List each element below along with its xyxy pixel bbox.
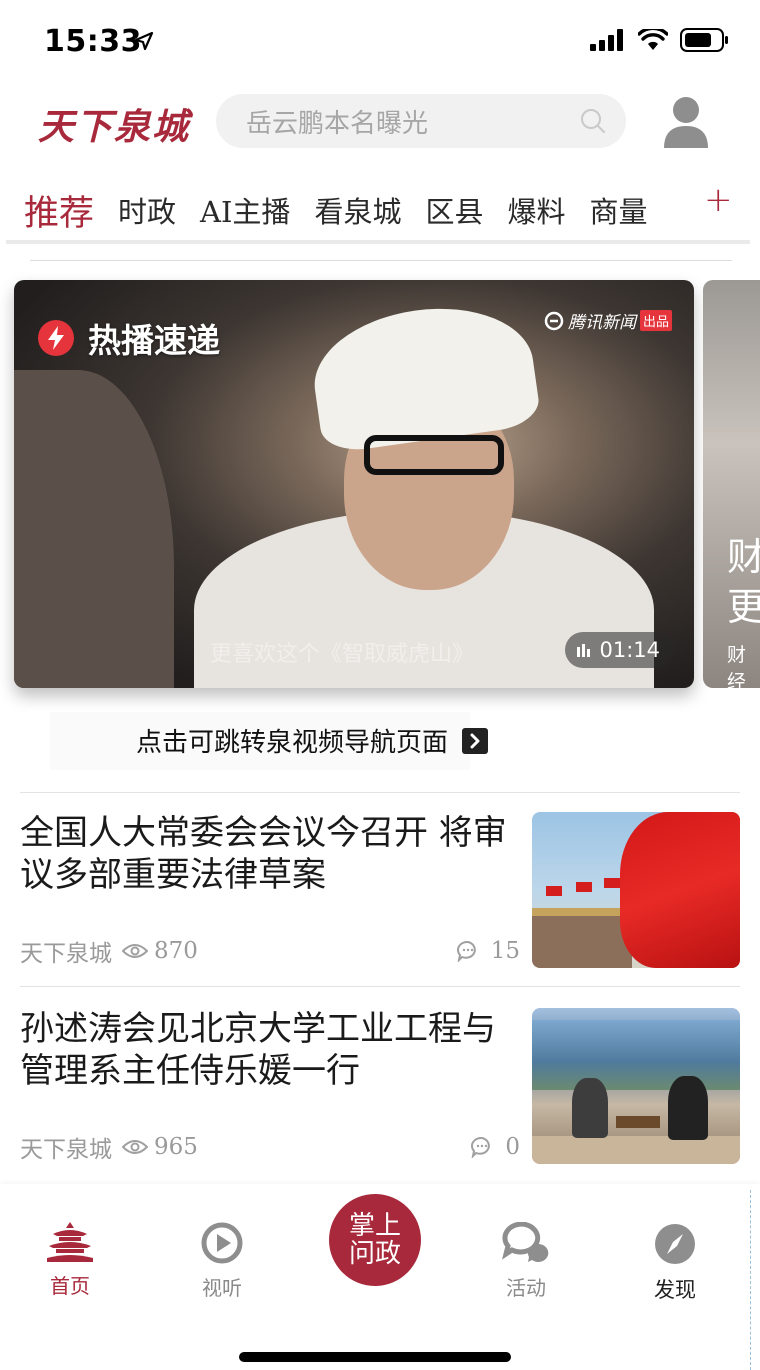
tabbar-home-label[interactable]: 首页 <box>50 1270 90 1299</box>
news-views: 965 <box>122 1134 198 1160</box>
thumbnail-detail <box>546 886 562 896</box>
news-comments[interactable]: 15 <box>456 938 520 964</box>
audio-bars-icon <box>577 644 591 657</box>
wifi-icon <box>638 29 668 50</box>
tabbar-activity[interactable]: 活动 <box>471 1222 581 1301</box>
pagoda-icon[interactable] <box>47 1222 93 1262</box>
compass-icon[interactable] <box>653 1222 697 1266</box>
news-title[interactable]: 全国人大常委会会议今召开 将审议多部重要法律草案 <box>20 812 516 896</box>
comment-icon <box>456 940 476 962</box>
eye-icon <box>122 1140 148 1154</box>
hot-badge-label: 热播速递 <box>88 321 220 360</box>
news-comments[interactable]: 0 <box>471 1134 520 1160</box>
status-indicators <box>590 28 730 52</box>
news-source: 天下泉城 <box>20 1137 112 1163</box>
video-nav-link-label[interactable]: 点击可跳转泉视频导航页面 <box>136 722 448 759</box>
comment-count: 0 <box>505 1134 520 1160</box>
video-frame-figure <box>364 435 504 475</box>
video-card-hot[interactable]: 热播速递 腾讯新闻 出品 更喜欢这个《智取威虎山》 01:14 <box>14 280 694 688</box>
tabbar-home[interactable]: 首页 <box>15 1222 125 1299</box>
user-avatar-icon[interactable] <box>662 96 710 148</box>
tab-tips[interactable]: 爆料 <box>507 189 565 231</box>
tab-recommend[interactable]: 推荐 <box>24 185 94 236</box>
next-card-title-line1: 财 <box>727 535 760 579</box>
center-action-button[interactable]: 掌上 问政 <box>329 1194 421 1286</box>
center-button-line1[interactable]: 掌上 <box>349 1212 401 1240</box>
news-meta: 天下泉城 870 15 <box>20 934 520 968</box>
video-subtitle: 更喜欢这个《智取威虎山》 <box>210 642 475 667</box>
lightning-icon <box>38 320 74 356</box>
tabbar-media-label[interactable]: 视听 <box>202 1272 242 1301</box>
center-button-line2[interactable]: 问政 <box>349 1240 401 1268</box>
view-count: 965 <box>154 1134 198 1160</box>
status-time: 15:33 <box>44 24 142 59</box>
brand-tag: 出品 <box>639 310 672 331</box>
thumbnail-detail <box>604 878 620 888</box>
tabbar-discover-label[interactable]: 发现 <box>654 1274 696 1304</box>
comment-icon <box>471 1136 491 1158</box>
tab-districts[interactable]: 区县 <box>425 189 483 231</box>
home-indicator[interactable] <box>239 1352 511 1362</box>
tab-discuss[interactable]: 商量 <box>589 189 647 231</box>
next-card-caption: 财经 <box>727 644 747 688</box>
location-arrow-icon <box>134 31 154 51</box>
news-meta: 天下泉城 965 0 <box>20 1130 520 1164</box>
comment-count: 15 <box>490 938 520 964</box>
thumbnail-detail <box>532 1136 740 1164</box>
edge-guide <box>750 1190 751 1370</box>
duration-text: 01:14 <box>599 638 660 662</box>
status-bar: 15:33 <box>0 0 760 84</box>
battery-icon <box>680 28 728 52</box>
bottom-tab-bar: 首页 视听 掌上 问政 活动 发现 <box>0 1184 760 1370</box>
news-views: 870 <box>122 938 198 964</box>
brand-name: 腾讯新闻 <box>567 313 636 333</box>
search-icon[interactable] <box>580 108 606 134</box>
tabbar-media[interactable]: 视听 <box>167 1222 277 1301</box>
tabbar-discover[interactable]: 发现 <box>620 1222 730 1304</box>
video-nav-link[interactable]: 点击可跳转泉视频导航页面 <box>136 722 489 759</box>
thumbnail-detail <box>620 812 740 968</box>
news-title[interactable]: 孙述涛会见北京大学工业工程与管理系主任侍乐媛一行 <box>20 1008 516 1092</box>
view-count: 870 <box>154 938 198 964</box>
add-channel-button[interactable]: + <box>704 180 733 220</box>
channel-tabs: 推荐 时政 AI主播 看泉城 区县 爆料 商量 + <box>0 178 760 242</box>
search-placeholder[interactable]: 岳云鹏本名曝光 <box>246 103 580 140</box>
chevron-right-icon[interactable] <box>462 727 489 754</box>
app-logo[interactable]: 天下泉城 <box>38 98 190 150</box>
list-divider <box>20 792 740 793</box>
video-frame-figure <box>14 370 174 688</box>
eye-icon <box>122 944 148 958</box>
next-card-title-line2: 更 <box>727 585 760 629</box>
thumbnail-detail <box>532 1020 740 1090</box>
tab-city[interactable]: 看泉城 <box>314 189 401 231</box>
play-circle-icon[interactable] <box>200 1222 244 1264</box>
thumbnail-detail <box>668 1076 708 1140</box>
app-header: 天下泉城 岳云鹏本名曝光 <box>0 84 760 164</box>
video-duration: 01:14 <box>565 632 674 668</box>
thumbnail-detail <box>572 1078 608 1138</box>
chat-bubbles-icon[interactable] <box>502 1222 550 1264</box>
news-item[interactable]: 孙述涛会见北京大学工业工程与管理系主任侍乐媛一行 天下泉城 965 0 <box>20 1008 740 1168</box>
news-item[interactable]: 全国人大常委会会议今召开 将审议多部重要法律草案 天下泉城 870 15 <box>20 812 740 972</box>
news-thumbnail[interactable] <box>532 1008 740 1164</box>
tabbar-activity-label[interactable]: 活动 <box>506 1272 546 1301</box>
search-bar[interactable]: 岳云鹏本名曝光 <box>216 94 626 148</box>
tab-ai-anchor[interactable]: AI主播 <box>200 189 290 231</box>
news-source: 天下泉城 <box>20 941 112 967</box>
thumbnail-detail <box>576 882 592 892</box>
list-divider <box>20 986 740 987</box>
hot-badge: 热播速递 <box>38 314 220 362</box>
video-frame-figure <box>306 295 542 455</box>
tab-politics[interactable]: 时政 <box>118 189 176 231</box>
tabs-divider <box>6 240 750 244</box>
tencent-news-icon <box>544 311 564 330</box>
section-divider <box>30 260 732 261</box>
news-thumbnail[interactable] <box>532 812 740 968</box>
video-brand: 腾讯新闻 出品 <box>544 308 672 333</box>
thumbnail-detail <box>532 916 632 968</box>
video-card-next[interactable]: 财 更 财经 <box>703 280 760 688</box>
signal-icon <box>590 29 623 51</box>
thumbnail-detail <box>616 1116 660 1128</box>
